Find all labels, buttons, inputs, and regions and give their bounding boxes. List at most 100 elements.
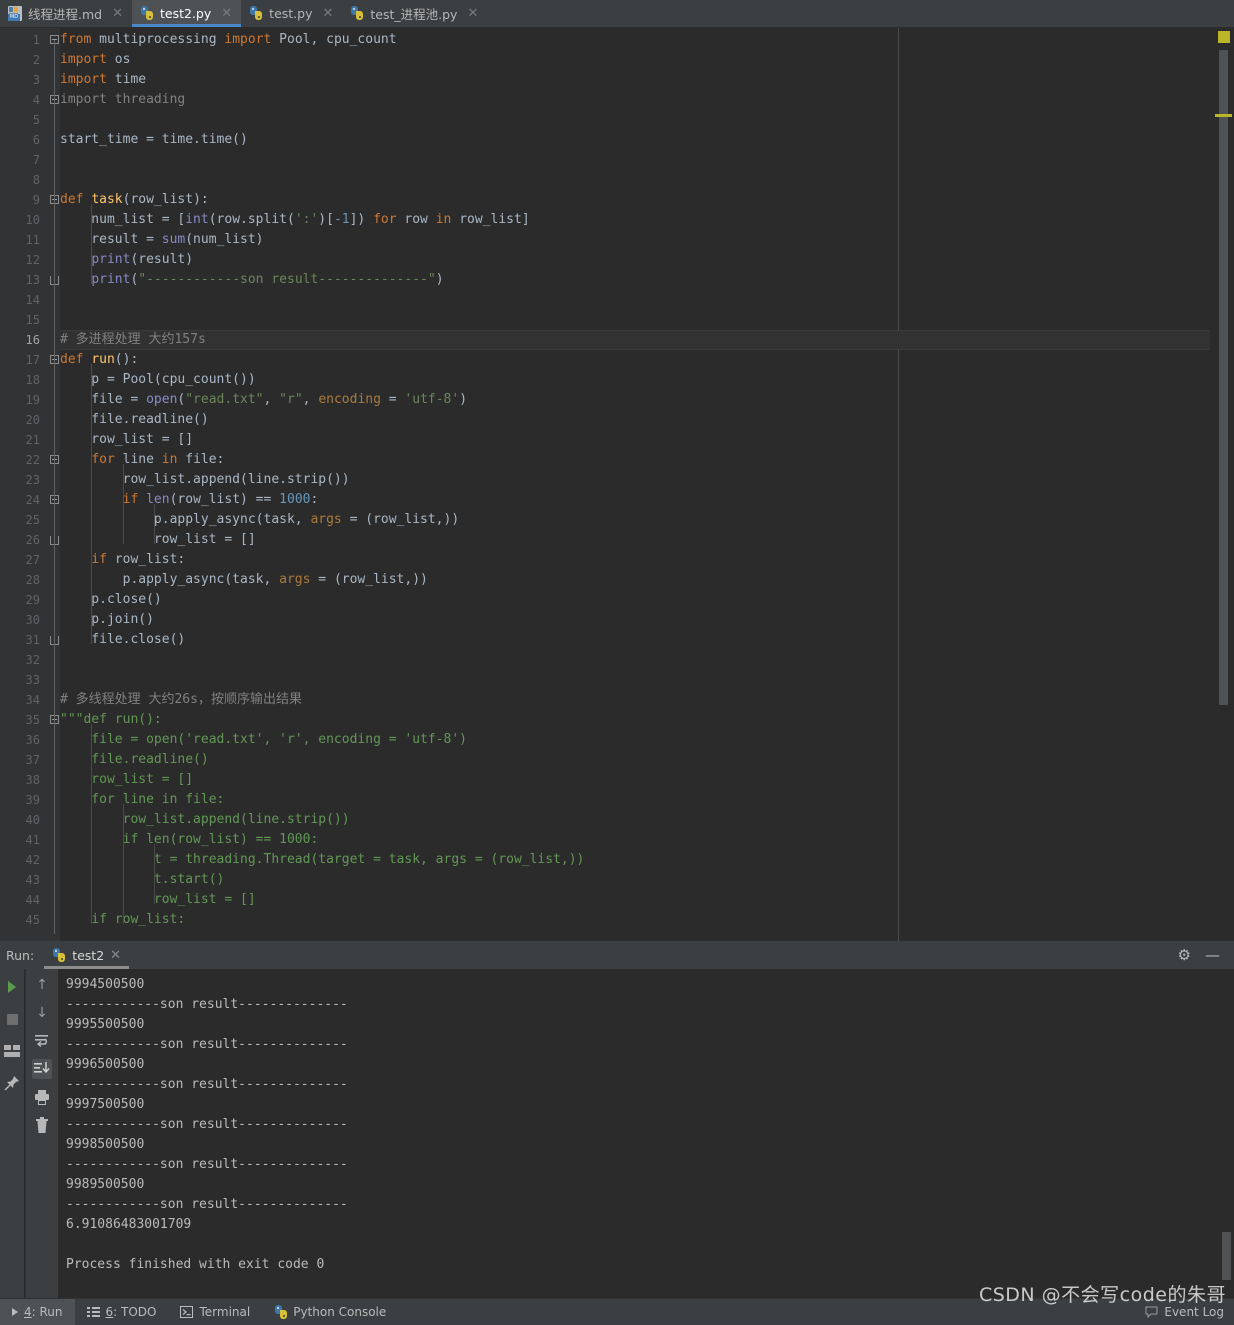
line-number[interactable]: 20 xyxy=(0,410,40,430)
line-number[interactable]: 39 xyxy=(0,790,40,810)
line-number[interactable]: 12 xyxy=(0,250,40,270)
line-number[interactable]: 29 xyxy=(0,590,40,610)
line-number[interactable]: 14 xyxy=(0,290,40,310)
code-line[interactable]: """def run(): xyxy=(60,710,1234,730)
status-todo[interactable]: 6: TODO xyxy=(75,1299,169,1325)
code-line[interactable]: p.join() xyxy=(60,610,1234,630)
line-number[interactable]: 35 xyxy=(0,710,40,730)
code-line[interactable]: print(result) xyxy=(60,250,1234,270)
code-line[interactable] xyxy=(60,670,1234,690)
status-terminal[interactable]: Terminal xyxy=(168,1299,262,1325)
code-line[interactable]: def task(row_list): xyxy=(60,190,1234,210)
line-number[interactable]: 13 xyxy=(0,270,40,290)
code-line[interactable]: t = threading.Thread(target = task, args… xyxy=(60,850,1234,870)
editor-tab-3[interactable]: test.py ✕ xyxy=(241,0,342,27)
code-line[interactable]: for line in file: xyxy=(60,450,1234,470)
code-line[interactable]: import time xyxy=(60,70,1234,90)
code-line[interactable]: from multiprocessing import Pool, cpu_co… xyxy=(60,30,1234,50)
code-line[interactable]: file.close() xyxy=(60,630,1234,650)
console-scrollbar[interactable] xyxy=(1218,969,1234,1298)
code-line[interactable]: p = Pool(cpu_count()) xyxy=(60,370,1234,390)
code-line[interactable] xyxy=(60,150,1234,170)
close-icon[interactable]: ✕ xyxy=(112,7,123,20)
line-number[interactable]: 11 xyxy=(0,230,40,250)
console-scrollbar-thumb[interactable] xyxy=(1222,1232,1231,1280)
code-line[interactable] xyxy=(60,110,1234,130)
line-number[interactable]: 30 xyxy=(0,610,40,630)
code-line[interactable]: if row_list: xyxy=(60,550,1234,570)
down-the-stack-trace-button[interactable]: ↓ xyxy=(32,1003,52,1023)
line-number[interactable]: 21 xyxy=(0,430,40,450)
close-icon[interactable]: ✕ xyxy=(467,7,478,20)
code-line[interactable]: row_list = [] xyxy=(60,430,1234,450)
line-number[interactable]: 36 xyxy=(0,730,40,750)
pin-tab-button[interactable] xyxy=(2,1073,22,1093)
line-number[interactable]: 16 xyxy=(0,330,40,350)
line-number[interactable]: 45 xyxy=(0,910,40,930)
code-line[interactable]: file = open("read.txt", "r", encoding = … xyxy=(60,390,1234,410)
code-line[interactable]: import threading xyxy=(60,90,1234,110)
code-line[interactable]: p.close() xyxy=(60,590,1234,610)
line-number[interactable]: 4 xyxy=(0,90,40,110)
line-number[interactable]: 23 xyxy=(0,470,40,490)
scroll-to-end-button[interactable] xyxy=(32,1059,52,1079)
line-number[interactable]: 15 xyxy=(0,310,40,330)
line-number[interactable]: 40 xyxy=(0,810,40,830)
line-number[interactable]: 28 xyxy=(0,570,40,590)
run-configuration-tab[interactable]: test2 ✕ xyxy=(44,941,129,969)
line-number[interactable]: 1 xyxy=(0,30,40,50)
line-number[interactable]: 38 xyxy=(0,770,40,790)
code-line[interactable]: file = open('read.txt', 'r', encoding = … xyxy=(60,730,1234,750)
editor-tab-2[interactable]: test2.py ✕ xyxy=(132,0,242,27)
code-line[interactable] xyxy=(60,290,1234,310)
print-button[interactable] xyxy=(32,1087,52,1107)
status-python-console[interactable]: Python Console xyxy=(262,1299,398,1325)
line-number[interactable]: 26 xyxy=(0,530,40,550)
inspection-warning-indicator[interactable] xyxy=(1218,31,1230,43)
code-line[interactable]: row_list.append(line.strip()) xyxy=(60,810,1234,830)
editor-tab-1[interactable]: MD 线程进程.md ✕ xyxy=(0,0,132,27)
status-run[interactable]: 4: Run xyxy=(0,1298,75,1325)
line-number[interactable]: 37 xyxy=(0,750,40,770)
code-line[interactable]: t.start() xyxy=(60,870,1234,890)
line-number[interactable]: 18 xyxy=(0,370,40,390)
line-number[interactable]: 31 xyxy=(0,630,40,650)
code-line[interactable]: print("------------son result-----------… xyxy=(60,270,1234,290)
soft-wrap-button[interactable] xyxy=(32,1031,52,1051)
code-line[interactable]: result = sum(num_list) xyxy=(60,230,1234,250)
line-number[interactable]: 19 xyxy=(0,390,40,410)
line-number[interactable]: 33 xyxy=(0,670,40,690)
line-number[interactable]: 22 xyxy=(0,450,40,470)
line-number[interactable]: 32 xyxy=(0,650,40,670)
clear-all-button[interactable] xyxy=(32,1115,52,1135)
code-line[interactable]: file.readline() xyxy=(60,410,1234,430)
line-number[interactable]: 43 xyxy=(0,870,40,890)
code-line[interactable]: row_list = [] xyxy=(60,530,1234,550)
line-number[interactable]: 3 xyxy=(0,70,40,90)
line-number[interactable]: 7 xyxy=(0,150,40,170)
warning-stripe-marker[interactable] xyxy=(1215,114,1232,117)
line-number[interactable]: 25 xyxy=(0,510,40,530)
close-icon[interactable]: ✕ xyxy=(221,7,232,20)
code-line[interactable]: row_list = [] xyxy=(60,770,1234,790)
editor-tab-4[interactable]: test_进程池.py ✕ xyxy=(342,0,487,27)
code-line[interactable]: # 多线程处理 大约26s，按顺序输出结果 xyxy=(60,690,1234,710)
up-the-stack-trace-button[interactable]: ↑ xyxy=(32,975,52,995)
code-line[interactable]: def run(): xyxy=(60,350,1234,370)
gear-icon[interactable]: ⚙ xyxy=(1178,947,1191,963)
line-number[interactable]: 24 xyxy=(0,490,40,510)
line-number[interactable]: 10 xyxy=(0,210,40,230)
code-line[interactable]: for line in file: xyxy=(60,790,1234,810)
code-line[interactable]: start_time = time.time() xyxy=(60,130,1234,150)
code-line[interactable] xyxy=(60,310,1234,330)
code-line[interactable]: if len(row_list) == 1000: xyxy=(60,490,1234,510)
console-output[interactable]: ------------son result-------------- 9994… xyxy=(58,969,1218,1298)
code-line[interactable]: p.apply_async(task, args = (row_list,)) xyxy=(60,570,1234,590)
line-number[interactable]: 6 xyxy=(0,130,40,150)
code-line[interactable]: num_list = [int(row.split(':')[-1]) for … xyxy=(60,210,1234,230)
line-number[interactable]: 27 xyxy=(0,550,40,570)
line-number[interactable]: 17 xyxy=(0,350,40,370)
line-number[interactable]: 44 xyxy=(0,890,40,910)
code-line[interactable]: row_list.append(line.strip()) xyxy=(60,470,1234,490)
code-line[interactable]: import os xyxy=(60,50,1234,70)
